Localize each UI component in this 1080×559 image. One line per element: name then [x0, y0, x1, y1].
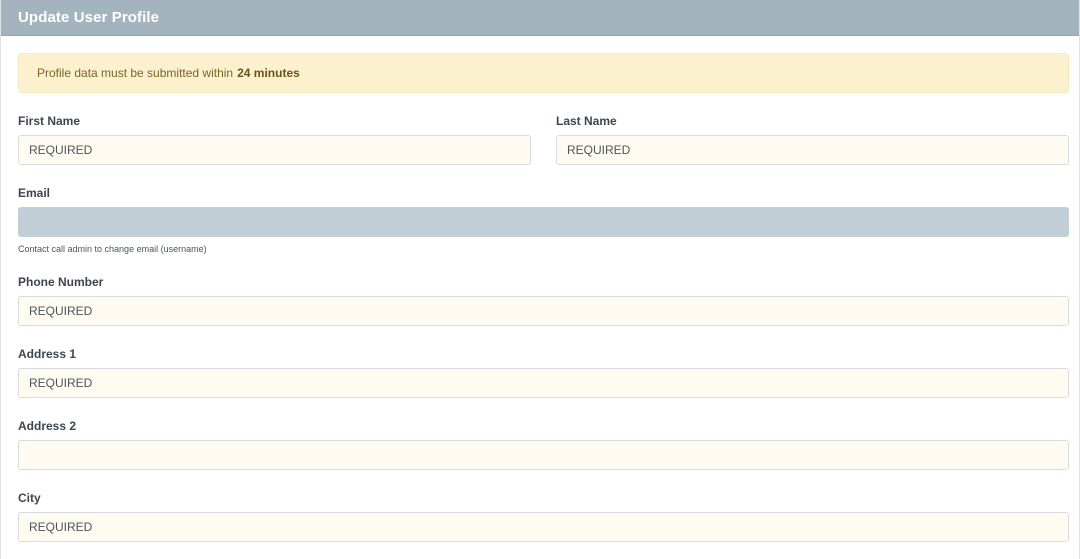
timer-alert: Profile data must be submitted within 24… — [18, 53, 1069, 93]
city-group: City — [18, 491, 1069, 542]
email-field — [18, 207, 1069, 237]
last-name-group: Last Name — [556, 114, 1069, 165]
panel-header: Update User Profile — [1, 0, 1079, 36]
phone-label: Phone Number — [18, 275, 104, 289]
alert-text: Profile data must be submitted within — [37, 66, 234, 80]
profile-panel: Update User Profile Profile data must be… — [0, 0, 1080, 559]
phone-input[interactable] — [18, 296, 1069, 326]
panel-body: Profile data must be submitted within 24… — [1, 36, 1079, 542]
address1-group: Address 1 — [18, 347, 1069, 398]
address2-label: Address 2 — [18, 419, 77, 433]
address2-input[interactable] — [18, 440, 1069, 470]
email-group: Email Contact call admin to change email… — [18, 186, 1069, 254]
email-label: Email — [18, 186, 51, 200]
name-row: First Name Last Name — [18, 93, 1069, 165]
last-name-input[interactable] — [556, 135, 1069, 165]
page-title: Update User Profile — [18, 9, 160, 26]
city-label: City — [18, 491, 41, 505]
address1-input[interactable] — [18, 368, 1069, 398]
address2-group: Address 2 — [18, 419, 1069, 470]
email-help-text: Contact call admin to change email (user… — [18, 244, 207, 254]
phone-group: Phone Number — [18, 275, 1069, 326]
last-name-label: Last Name — [556, 114, 617, 128]
first-name-input[interactable] — [18, 135, 531, 165]
address1-label: Address 1 — [18, 347, 77, 361]
alert-time-remaining: 24 minutes — [237, 66, 300, 80]
city-input[interactable] — [18, 512, 1069, 542]
first-name-group: First Name — [18, 114, 531, 165]
first-name-label: First Name — [18, 114, 81, 128]
